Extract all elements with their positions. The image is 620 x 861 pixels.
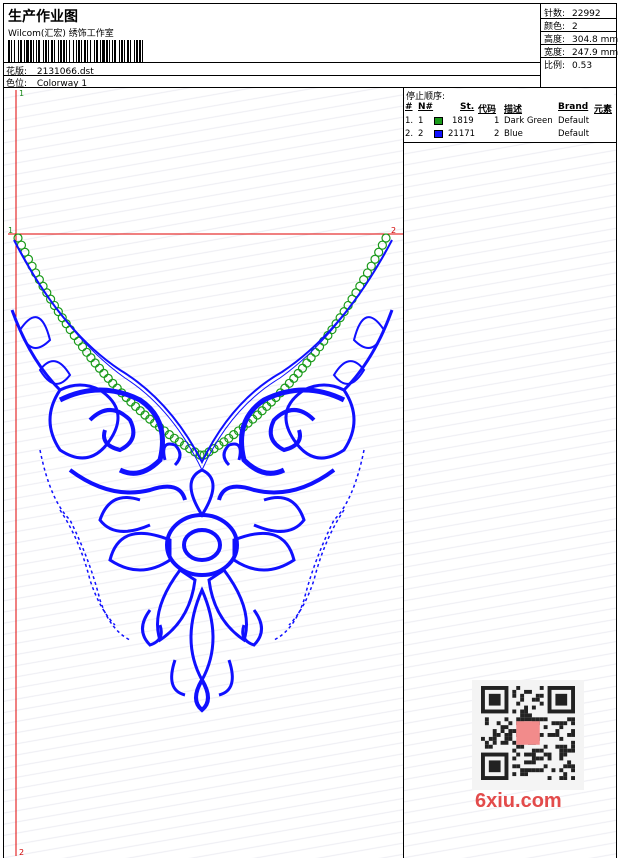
marker-right: 2 xyxy=(391,226,397,235)
qr-code-block xyxy=(472,680,584,790)
color-swatch xyxy=(434,130,443,138)
stop-sequence-table: # N# St. 代码 描述 Brand 元素 1. 1 1819 1 Dark… xyxy=(404,100,616,143)
blue-lace xyxy=(10,239,394,713)
col-desc: 描述 xyxy=(504,105,523,115)
stop-sequence-title: 停止顺序: xyxy=(406,89,614,102)
qr-logo xyxy=(516,721,540,745)
col-stitches: St. xyxy=(460,102,475,112)
marker-left: 1 xyxy=(8,226,14,235)
color-swatch xyxy=(434,117,443,125)
watermark: 6xiu.com xyxy=(475,790,562,812)
marker-top: 1 xyxy=(19,89,25,98)
marker-bottom: 2 xyxy=(19,848,25,857)
green-neckline xyxy=(13,233,391,460)
col-code: 代码 xyxy=(478,105,497,115)
col-n: N# xyxy=(418,102,434,112)
col-num: # xyxy=(405,102,413,112)
col-brand: Brand xyxy=(558,102,589,112)
qr-code xyxy=(481,686,575,780)
col-elements: 元素 xyxy=(594,105,613,115)
